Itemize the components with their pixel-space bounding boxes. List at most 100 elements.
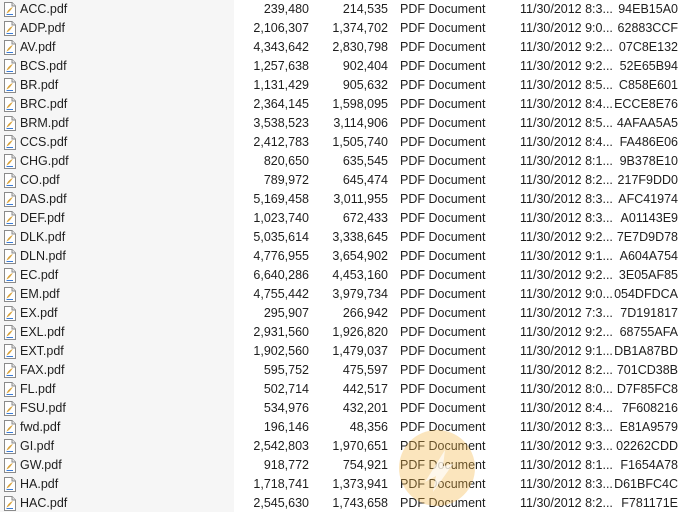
file-packed-size: 3,011,955 bbox=[333, 192, 388, 206]
file-type: PDF Document bbox=[400, 97, 486, 111]
file-type: PDF Document bbox=[400, 116, 486, 130]
file-row[interactable]: BCS.pdf 1,257,638 902,404 PDF Document 1… bbox=[0, 57, 685, 76]
file-name: FL.pdf bbox=[20, 382, 56, 396]
pdf-file-icon bbox=[3, 95, 17, 114]
file-row[interactable]: DEF.pdf 1,023,740 672,433 PDF Document 1… bbox=[0, 209, 685, 228]
file-size: 4,776,955 bbox=[253, 249, 309, 263]
file-type: PDF Document bbox=[400, 268, 486, 282]
pdf-file-icon bbox=[3, 304, 17, 323]
file-size: 1,718,741 bbox=[253, 477, 309, 491]
file-crc: D61BFC4C bbox=[614, 477, 678, 491]
pdf-file-icon bbox=[3, 285, 17, 304]
file-packed-size: 1,970,651 bbox=[332, 439, 388, 453]
file-row[interactable]: EXT.pdf 1,902,560 1,479,037 PDF Document… bbox=[0, 342, 685, 361]
file-name: DEF.pdf bbox=[20, 211, 65, 225]
file-row[interactable]: FAX.pdf 595,752 475,597 PDF Document 11/… bbox=[0, 361, 685, 380]
file-size: 5,035,614 bbox=[253, 230, 309, 244]
file-row[interactable]: CHG.pdf 820,650 635,545 PDF Document 11/… bbox=[0, 152, 685, 171]
pdf-file-icon bbox=[3, 114, 17, 133]
file-size: 4,343,642 bbox=[253, 40, 309, 54]
file-crc: 3E05AF85 bbox=[618, 268, 678, 282]
file-name: DLK.pdf bbox=[20, 230, 66, 244]
file-type: PDF Document bbox=[400, 382, 486, 396]
file-list: ACC.pdf 239,480 214,535 PDF Document 11/… bbox=[0, 0, 685, 512]
file-crc: 7F608216 bbox=[621, 401, 678, 415]
file-type: PDF Document bbox=[400, 2, 486, 16]
file-packed-size: 3,979,734 bbox=[332, 287, 388, 301]
file-row[interactable]: fwd.pdf 196,146 48,356 PDF Document 11/3… bbox=[0, 418, 685, 437]
file-packed-size: 48,356 bbox=[349, 420, 388, 434]
file-name: FAX.pdf bbox=[20, 363, 65, 377]
file-crc: C858E601 bbox=[618, 78, 678, 92]
file-row[interactable]: DAS.pdf 5,169,458 3,011,955 PDF Document… bbox=[0, 190, 685, 209]
file-row[interactable]: EXL.pdf 2,931,560 1,926,820 PDF Document… bbox=[0, 323, 685, 342]
file-type: PDF Document bbox=[400, 477, 486, 491]
file-size: 2,106,307 bbox=[253, 21, 309, 35]
file-row[interactable]: EX.pdf 295,907 266,942 PDF Document 11/3… bbox=[0, 304, 685, 323]
file-crc: 7E7D9D78 bbox=[616, 230, 678, 244]
file-type: PDF Document bbox=[400, 211, 486, 225]
file-row[interactable]: CCS.pdf 2,412,783 1,505,740 PDF Document… bbox=[0, 133, 685, 152]
pdf-file-icon bbox=[3, 38, 17, 57]
file-packed-size: 1,598,095 bbox=[332, 97, 388, 111]
file-size: 6,640,286 bbox=[253, 268, 309, 282]
pdf-file-icon bbox=[3, 266, 17, 285]
file-row[interactable]: FSU.pdf 534,976 432,201 PDF Document 11/… bbox=[0, 399, 685, 418]
file-crc: FA486E06 bbox=[619, 135, 678, 149]
file-size: 295,907 bbox=[263, 306, 309, 320]
file-size: 5,169,458 bbox=[253, 192, 309, 206]
file-crc: E81A9579 bbox=[619, 420, 678, 434]
file-type: PDF Document bbox=[400, 135, 486, 149]
file-type: PDF Document bbox=[400, 420, 486, 434]
file-row[interactable]: ACC.pdf 239,480 214,535 PDF Document 11/… bbox=[0, 0, 685, 19]
file-name: GW.pdf bbox=[20, 458, 62, 472]
file-row[interactable]: DLN.pdf 4,776,955 3,654,902 PDF Document… bbox=[0, 247, 685, 266]
file-row[interactable]: GW.pdf 918,772 754,921 PDF Document 11/3… bbox=[0, 456, 685, 475]
file-type: PDF Document bbox=[400, 287, 486, 301]
file-row[interactable]: HA.pdf 1,718,741 1,373,941 PDF Document … bbox=[0, 475, 685, 494]
file-type: PDF Document bbox=[400, 344, 486, 358]
file-crc: D7F85FC8 bbox=[616, 382, 678, 396]
file-row[interactable]: EC.pdf 6,640,286 4,453,160 PDF Document … bbox=[0, 266, 685, 285]
file-size: 820,650 bbox=[263, 154, 309, 168]
file-crc: AFC41974 bbox=[618, 192, 678, 206]
pdf-file-icon bbox=[3, 190, 17, 209]
file-type: PDF Document bbox=[400, 59, 486, 73]
file-size: 2,545,630 bbox=[253, 496, 309, 510]
file-packed-size: 475,597 bbox=[342, 363, 388, 377]
file-row[interactable]: BRC.pdf 2,364,145 1,598,095 PDF Document… bbox=[0, 95, 685, 114]
file-row[interactable]: DLK.pdf 5,035,614 3,338,645 PDF Document… bbox=[0, 228, 685, 247]
file-size: 595,752 bbox=[263, 363, 309, 377]
file-crc: DB1A87BD bbox=[614, 344, 678, 358]
file-row[interactable]: ADP.pdf 2,106,307 1,374,702 PDF Document… bbox=[0, 19, 685, 38]
file-row[interactable]: CO.pdf 789,972 645,474 PDF Document 11/3… bbox=[0, 171, 685, 190]
file-name: DLN.pdf bbox=[20, 249, 66, 263]
file-packed-size: 1,743,658 bbox=[332, 496, 388, 510]
file-size: 534,976 bbox=[263, 401, 309, 415]
file-size: 1,023,740 bbox=[253, 211, 309, 225]
pdf-file-icon bbox=[3, 494, 17, 512]
file-type: PDF Document bbox=[400, 173, 486, 187]
file-row[interactable]: GI.pdf 2,542,803 1,970,651 PDF Document … bbox=[0, 437, 685, 456]
pdf-file-icon bbox=[3, 399, 17, 418]
pdf-file-icon bbox=[3, 456, 17, 475]
file-row[interactable]: FL.pdf 502,714 442,517 PDF Document 11/3… bbox=[0, 380, 685, 399]
file-packed-size: 645,474 bbox=[342, 173, 388, 187]
file-row[interactable]: BRM.pdf 3,538,523 3,114,906 PDF Document… bbox=[0, 114, 685, 133]
file-row[interactable]: EM.pdf 4,755,442 3,979,734 PDF Document … bbox=[0, 285, 685, 304]
file-packed-size: 754,921 bbox=[342, 458, 388, 472]
file-type: PDF Document bbox=[400, 458, 486, 472]
file-packed-size: 214,535 bbox=[342, 2, 388, 16]
file-crc: ECCE8E76 bbox=[614, 97, 678, 111]
file-row[interactable]: HAC.pdf 2,545,630 1,743,658 PDF Document… bbox=[0, 494, 685, 512]
file-row[interactable]: BR.pdf 1,131,429 905,632 PDF Document 11… bbox=[0, 76, 685, 95]
pdf-file-icon bbox=[3, 342, 17, 361]
file-row[interactable]: AV.pdf 4,343,642 2,830,798 PDF Document … bbox=[0, 38, 685, 57]
file-packed-size: 902,404 bbox=[342, 59, 388, 73]
file-size: 4,755,442 bbox=[253, 287, 309, 301]
file-type: PDF Document bbox=[400, 192, 486, 206]
file-size: 502,714 bbox=[263, 382, 309, 396]
file-name: BR.pdf bbox=[20, 78, 59, 92]
file-name: CO.pdf bbox=[20, 173, 60, 187]
file-type: PDF Document bbox=[400, 363, 486, 377]
